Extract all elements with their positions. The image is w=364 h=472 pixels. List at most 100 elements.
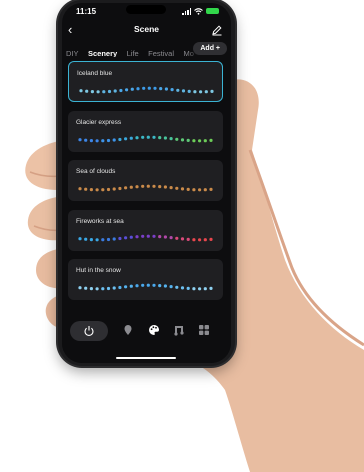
light-dot — [129, 185, 133, 189]
light-strip-preview — [78, 184, 213, 192]
light-dot — [169, 285, 173, 289]
light-dot — [186, 237, 190, 241]
light-dot — [135, 284, 139, 288]
tab-scenery[interactable]: Scenery — [88, 49, 117, 57]
tab-life[interactable]: Life — [127, 49, 139, 57]
light-dot — [187, 89, 191, 93]
light-dot — [163, 234, 167, 239]
light-dot — [146, 283, 150, 287]
light-dot — [152, 184, 156, 188]
light-dot — [203, 237, 207, 241]
light-dot — [192, 138, 196, 142]
light-dot — [136, 87, 140, 91]
light-dot — [106, 187, 111, 192]
light-dot — [210, 89, 214, 93]
light-dot — [159, 87, 163, 91]
light-dot — [78, 286, 82, 290]
light-strip-preview — [79, 86, 214, 94]
tab-diy[interactable]: DIY — [66, 49, 79, 57]
light-dot — [96, 90, 100, 94]
location-pin-icon[interactable] — [122, 324, 134, 336]
light-dot — [101, 188, 105, 192]
light-dot — [85, 89, 89, 93]
light-dot — [169, 235, 173, 239]
scene-card[interactable]: Fireworks at sea — [68, 209, 223, 251]
light-dot — [203, 188, 207, 192]
light-dot — [124, 235, 128, 239]
light-dot — [203, 287, 207, 291]
light-dot — [203, 138, 207, 142]
light-dot — [119, 88, 123, 93]
light-dot — [163, 284, 167, 288]
light-dot — [163, 185, 167, 189]
light-dot — [124, 285, 128, 289]
light-dot — [78, 137, 82, 141]
battery-icon — [206, 8, 219, 14]
light-strip-preview — [78, 234, 213, 241]
nav-bar: ‹ Scene — [62, 23, 231, 39]
light-dot — [186, 286, 190, 290]
status-time: 11:15 — [76, 7, 97, 16]
light-dot — [175, 137, 179, 141]
add-scene-button[interactable]: Add + — [193, 42, 227, 55]
light-dot — [95, 237, 99, 241]
light-dot — [106, 138, 111, 142]
power-icon — [84, 326, 94, 336]
light-dot — [79, 89, 83, 93]
tab-festival[interactable]: Festival — [148, 49, 174, 57]
light-dot — [146, 184, 150, 188]
music-icon[interactable] — [173, 324, 185, 336]
light-dot — [158, 135, 162, 139]
signal-icon — [182, 7, 191, 15]
light-dot — [113, 89, 117, 93]
light-dot — [198, 287, 202, 291]
light-dot — [89, 237, 93, 241]
light-dot — [84, 187, 88, 191]
edit-pencil-icon[interactable] — [211, 24, 223, 36]
light-dot — [141, 184, 145, 188]
light-dot — [141, 283, 145, 287]
light-dot — [146, 234, 150, 238]
light-dot — [199, 90, 203, 94]
light-dot — [180, 187, 185, 191]
light-dot — [135, 185, 139, 189]
light-dot — [102, 90, 106, 94]
light-dot — [142, 86, 146, 90]
scene-card[interactable]: Glacier express — [68, 110, 223, 152]
light-dot — [89, 287, 93, 291]
bottom-nav — [62, 315, 231, 363]
grid-icon[interactable] — [198, 324, 210, 336]
light-dot — [193, 90, 197, 94]
light-dot — [180, 137, 185, 141]
light-dot — [181, 89, 186, 93]
light-dot — [124, 136, 128, 140]
light-dot — [141, 135, 145, 139]
light-dot — [89, 138, 93, 142]
light-dot — [101, 138, 105, 142]
light-dot — [209, 286, 213, 290]
light-dot — [163, 135, 167, 140]
light-dot — [95, 188, 99, 192]
status-bar: 11:15 — [62, 3, 231, 17]
light-dot — [169, 186, 173, 190]
light-dot — [78, 236, 82, 240]
light-dot — [209, 138, 213, 142]
light-dot — [147, 86, 151, 90]
light-dot — [112, 236, 116, 241]
scene-card[interactable]: Iceland blue — [68, 61, 223, 102]
light-dot — [106, 237, 111, 241]
light-dot — [129, 136, 133, 140]
scene-card[interactable]: Hut in the snow — [68, 259, 223, 300]
light-dot — [192, 188, 196, 192]
light-dot — [198, 138, 202, 142]
light-dot — [176, 88, 180, 92]
light-dot — [209, 187, 213, 191]
power-button[interactable] — [70, 321, 108, 341]
light-dot — [101, 287, 105, 291]
palette-icon[interactable] — [148, 324, 160, 336]
light-dot — [84, 138, 88, 142]
scene-card[interactable]: Sea of clouds — [68, 160, 223, 201]
light-dot — [152, 135, 156, 139]
light-dot — [146, 135, 150, 139]
light-dot — [180, 286, 185, 290]
